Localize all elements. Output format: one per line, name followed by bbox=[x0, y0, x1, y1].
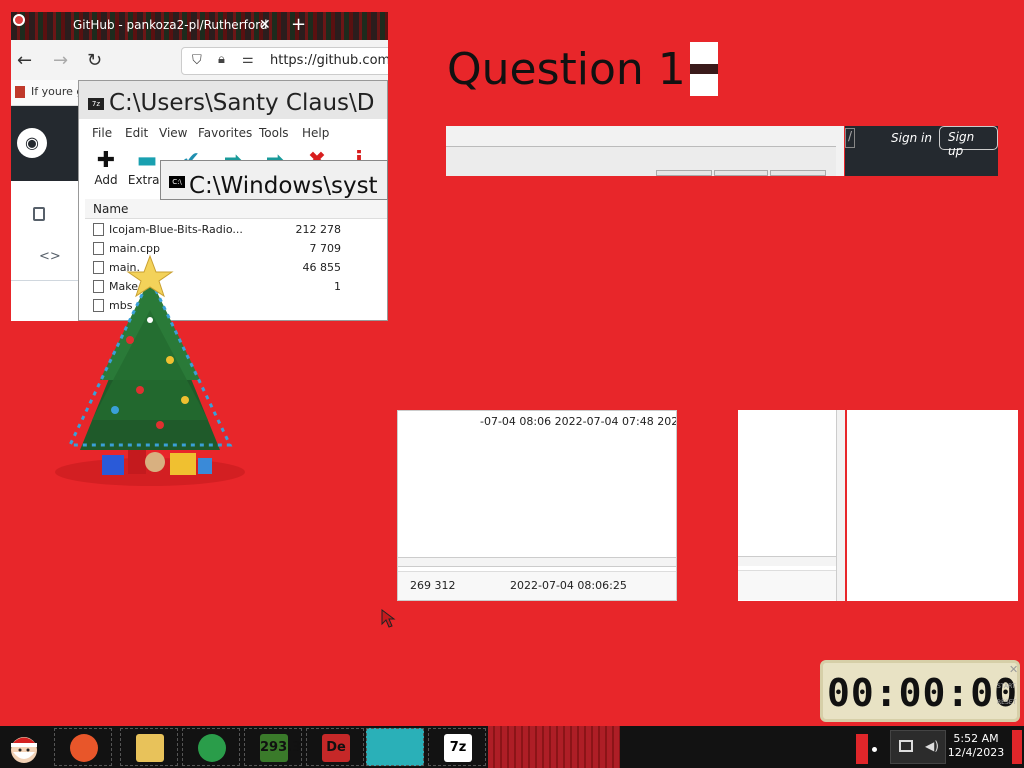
network-icon[interactable] bbox=[899, 740, 913, 752]
taskbar: 293.3 De 7z ◀) 5:52 AM 12/4/2023 bbox=[0, 726, 1024, 768]
menu-4[interactable]: Tools bbox=[259, 126, 289, 140]
system-tray[interactable]: ◀) bbox=[890, 730, 946, 764]
taskbar-button-chrome[interactable] bbox=[182, 728, 240, 766]
tray-dot bbox=[872, 747, 877, 752]
console-title: C:\Windows\syst bbox=[189, 173, 378, 199]
close-tab-icon[interactable]: ✕ bbox=[259, 17, 271, 33]
file-row[interactable]: Icojam-Blue-Bits-Radio... 212 278 bbox=[89, 221, 387, 239]
tree-counter-icon: 293.3 bbox=[260, 734, 301, 762]
toolbar-icon-0: ✚ bbox=[96, 148, 116, 173]
shield-icon[interactable]: ⛉ bbox=[192, 53, 202, 68]
firefox-icon bbox=[70, 734, 98, 762]
taskbar-overlay-region bbox=[488, 726, 620, 768]
file-size: 1 bbox=[334, 280, 341, 293]
taskbar-button-firefox[interactable] bbox=[54, 728, 112, 766]
taskbar-button-file-explorer[interactable] bbox=[120, 728, 178, 766]
window-fragment-far-right bbox=[847, 410, 1018, 601]
clock-time: 5:52 AM bbox=[953, 732, 999, 745]
column-header-name[interactable]: Name bbox=[85, 199, 387, 219]
file-size: 46 855 bbox=[302, 261, 342, 274]
tab-title: GitHub - pankoza2-pl/Rutherford bbox=[73, 18, 268, 32]
7zip-icon: 7z bbox=[88, 98, 104, 110]
horizontal-scrollbar[interactable] bbox=[738, 556, 836, 566]
reader-icon bbox=[382, 734, 410, 762]
santa-start-icon[interactable] bbox=[2, 728, 46, 766]
reset-button[interactable]: RESET bbox=[997, 699, 1016, 706]
de-icon: De bbox=[322, 734, 350, 762]
dialog-button[interactable] bbox=[770, 170, 826, 176]
url-bar[interactable]: ⛉ 🔒︎ ⚌ https://github.com/ bbox=[181, 47, 388, 75]
reload-icon[interactable]: ↻ bbox=[87, 50, 102, 71]
chrome-icon bbox=[198, 734, 226, 762]
file-size: 212 278 bbox=[295, 223, 342, 236]
console-icon: C:\ bbox=[169, 176, 185, 188]
horizontal-scrollbar[interactable] bbox=[398, 557, 676, 567]
window-fragment-right bbox=[738, 410, 845, 601]
stopwatch-display: 00:00:00 bbox=[827, 671, 1019, 715]
file-list-fragment: -07-04 08:06 2022-07-04 07:48 2022 269 3… bbox=[397, 410, 677, 601]
taskbar-button-reader[interactable] bbox=[366, 728, 424, 766]
file-size: 7 709 bbox=[309, 242, 342, 255]
dialog-button[interactable] bbox=[714, 170, 768, 176]
browser-tab-strip: GitHub - pankoza2-pl/Rutherford ✕ + bbox=[11, 12, 388, 40]
vertical-scrollbar[interactable] bbox=[836, 410, 845, 601]
status-bar bbox=[738, 570, 836, 600]
taskbar-button-tree-counter[interactable]: 293.3 bbox=[244, 728, 302, 766]
modified-dates-row: -07-04 08:06 2022-07-04 07:48 2022 bbox=[480, 415, 677, 428]
bookmark-icon bbox=[15, 86, 25, 98]
dialog-fragment-top bbox=[446, 126, 844, 176]
bookmark-item[interactable]: If youre g bbox=[31, 85, 83, 98]
file-icon bbox=[93, 223, 104, 236]
start-button[interactable]: START bbox=[997, 683, 1016, 690]
forward-arrow-icon[interactable]: → bbox=[53, 50, 68, 71]
toolbar-label-0: Add bbox=[94, 173, 118, 187]
permissions-icon[interactable]: ⚌ bbox=[242, 52, 254, 67]
dialog-button[interactable] bbox=[656, 170, 712, 176]
browser-tab[interactable]: GitHub - pankoza2-pl/Rutherford ✕ bbox=[11, 12, 286, 40]
github-header-fragment: / Sign in Sign up bbox=[845, 126, 998, 176]
taskbar-button-de[interactable]: De bbox=[306, 728, 364, 766]
show-desktop-button[interactable] bbox=[1012, 730, 1022, 764]
sign-up-button[interactable]: Sign up bbox=[939, 126, 998, 158]
volume-icon[interactable]: ◀) bbox=[925, 739, 939, 753]
status-bar: 269 312 2022-07-04 08:06:25 bbox=[398, 571, 676, 600]
question-heading: Question 1 bbox=[447, 44, 686, 95]
back-arrow-icon[interactable]: ← bbox=[17, 50, 32, 71]
github-logo-icon[interactable]: ◉ bbox=[17, 128, 47, 158]
file-name: Icojam-Blue-Bits-Radio... bbox=[109, 223, 243, 236]
stopwatch-widget[interactable]: 00:00:00 ✕ START RESET bbox=[820, 660, 1020, 722]
url-text: https://github.com/ bbox=[270, 53, 388, 68]
file-explorer-icon bbox=[136, 734, 164, 762]
status-size: 269 312 bbox=[410, 579, 456, 592]
taskbar-clock[interactable]: 5:52 AM 12/4/2023 bbox=[946, 732, 1006, 760]
console-window[interactable]: C:\ C:\Windows\syst bbox=[160, 160, 388, 200]
status-date: 2022-07-04 08:06:25 bbox=[510, 579, 627, 592]
7zip-titlebar[interactable]: 7z C:\Users\Santy Claus\D bbox=[79, 81, 387, 119]
close-icon[interactable]: ✕ bbox=[1009, 663, 1018, 676]
sign-in-link[interactable]: Sign in bbox=[891, 131, 932, 145]
menu-0[interactable]: File bbox=[92, 126, 112, 140]
browser-navbar: ← → ↻ ⛉ 🔒︎ ⚌ https://github.com/ bbox=[11, 40, 388, 80]
menu-2[interactable]: View bbox=[159, 126, 187, 140]
question-color-swatch bbox=[690, 42, 718, 96]
toolbar-button-0[interactable]: ✚ Add bbox=[84, 148, 128, 188]
new-tab-button[interactable]: + bbox=[291, 14, 306, 35]
christmas-tree-image bbox=[55, 254, 245, 486]
repo-icon bbox=[33, 207, 45, 221]
7zip-icon: 7z bbox=[444, 734, 472, 762]
mouse-cursor-icon bbox=[381, 609, 396, 628]
clock-date: 12/4/2023 bbox=[947, 746, 1005, 759]
7zip-title: C:\Users\Santy Claus\D bbox=[109, 90, 375, 116]
menu-1[interactable]: Edit bbox=[125, 126, 148, 140]
lock-icon[interactable]: 🔒︎ bbox=[218, 52, 225, 67]
search-slash-key[interactable]: / bbox=[845, 128, 855, 148]
tray-indicator bbox=[856, 734, 868, 764]
taskbar-button-7zip[interactable]: 7z bbox=[428, 728, 486, 766]
menu-3[interactable]: Favorites bbox=[198, 126, 252, 140]
firefox-icon bbox=[13, 14, 25, 26]
menu-5[interactable]: Help bbox=[302, 126, 329, 140]
7zip-menubar: File Edit View Favorites Tools Help bbox=[79, 123, 387, 143]
